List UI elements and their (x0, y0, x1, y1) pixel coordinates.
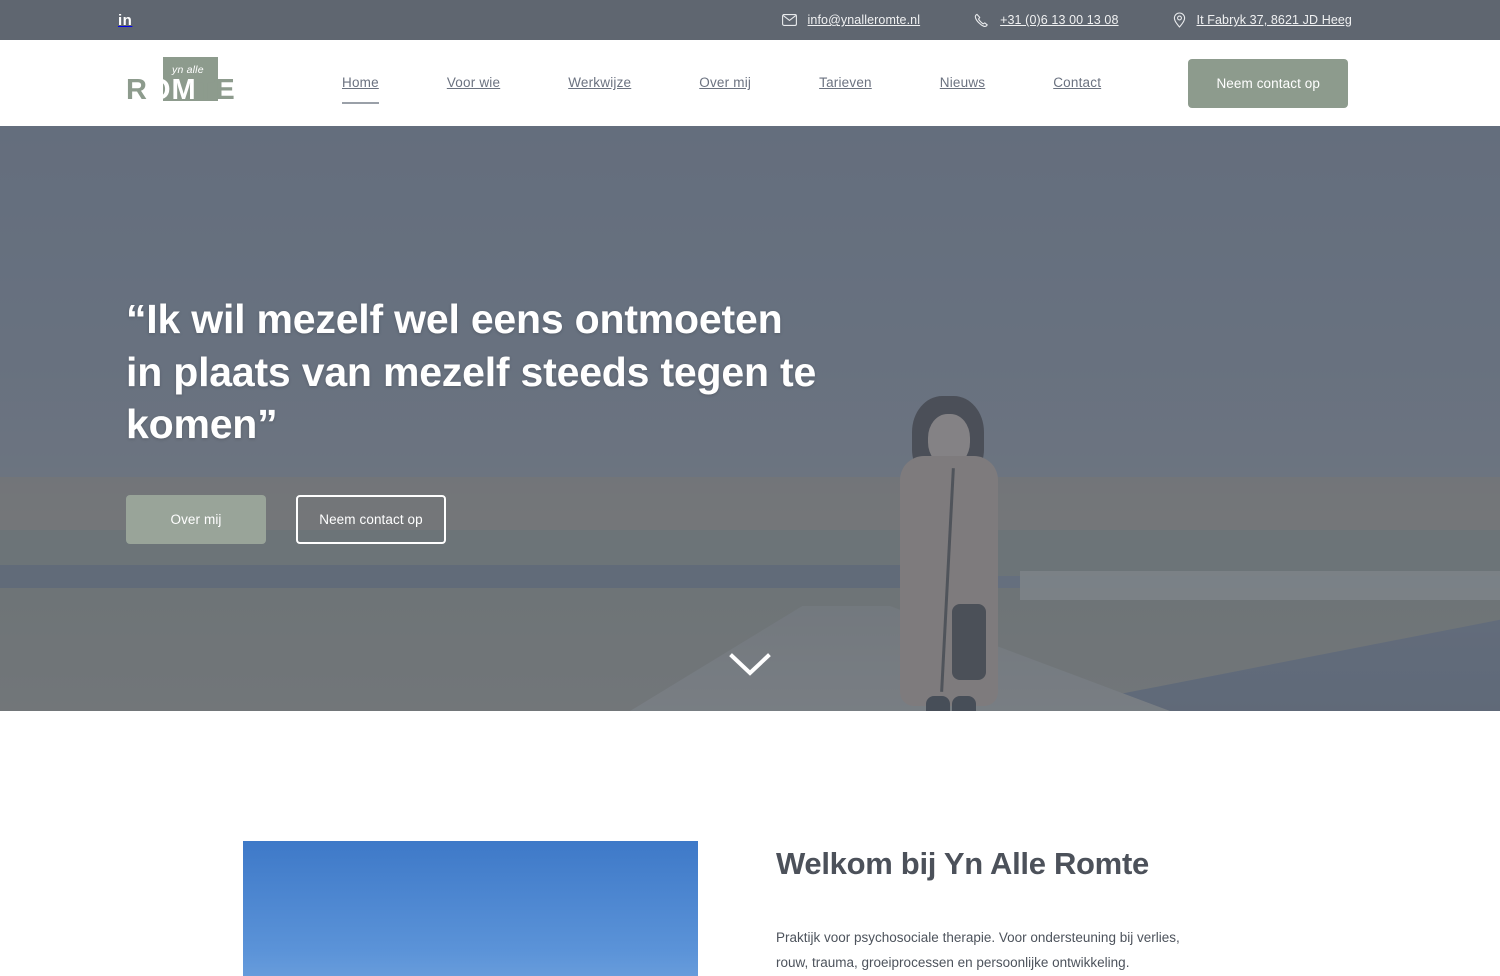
email-text: info@ynalleromte.nl (807, 13, 921, 27)
welcome-paragraph-1: Praktijk voor psychosociale therapie. Vo… (776, 930, 1180, 971)
site-header: yn alle ROMTE Home Voor wie Werkwijze Ov… (0, 40, 1500, 126)
logo-letters-te: TE (196, 74, 236, 106)
logo-wordmark: ROMTE (126, 76, 236, 105)
hero-contact-button[interactable]: Neem contact op (296, 494, 446, 544)
linkedin-icon: in (118, 11, 133, 29)
nav-item-nieuws[interactable]: Nieuws (906, 76, 1019, 90)
email-contact[interactable]: info@ynalleromte.nl (781, 13, 921, 27)
top-contact-list: info@ynalleromte.nl +31 (0)6 13 00 13 08… (781, 12, 1352, 28)
header-contact-button[interactable]: Neem contact op (1188, 58, 1348, 108)
hero-content: “Ik wil mezelf wel eens ontmoeten in pla… (126, 126, 826, 711)
welcome-photo (243, 841, 698, 976)
logo-letter-m: M (171, 74, 197, 106)
phone-icon (974, 13, 989, 28)
nav-item-home[interactable]: Home (308, 76, 413, 103)
welcome-text-block: Welkom bij Yn Alle Romte Praktijk voor p… (776, 841, 1206, 976)
address-contact[interactable]: It Fabryk 37, 8621 JD Heeg (1173, 12, 1352, 28)
pin-icon (1173, 12, 1186, 28)
address-text: It Fabryk 37, 8621 JD Heeg (1196, 13, 1352, 27)
logo-letter-o: O (147, 74, 172, 106)
top-contact-bar: in info@ynalleromte.nl +31 (0)6 13 00 13… (0, 0, 1500, 40)
welcome-title: Welkom bij Yn Alle Romte (776, 846, 1149, 881)
logo-letter-r: R (126, 74, 148, 106)
hero-section: “Ik wil mezelf wel eens ontmoeten in pla… (0, 126, 1500, 711)
hero-about-button[interactable]: Over mij (126, 494, 266, 544)
linkedin-link[interactable]: in (118, 13, 132, 28)
nav-item-werkwijze[interactable]: Werkwijze (534, 76, 665, 90)
nav-item-contact[interactable]: Contact (1019, 76, 1135, 90)
welcome-section: Welkom bij Yn Alle Romte Praktijk voor p… (0, 711, 1500, 976)
phone-text: +31 (0)6 13 00 13 08 (1000, 13, 1119, 27)
nav-item-voor-wie[interactable]: Voor wie (413, 76, 534, 90)
nav-item-tarieven[interactable]: Tarieven (785, 76, 906, 90)
phone-contact[interactable]: +31 (0)6 13 00 13 08 (974, 13, 1118, 28)
chevron-down-icon[interactable] (728, 652, 772, 683)
site-logo[interactable]: yn alle ROMTE (126, 57, 235, 109)
nav-item-over-mij[interactable]: Over mij (665, 76, 785, 90)
main-navigation: Home Voor wie Werkwijze Over mij Tarieve… (308, 76, 1135, 103)
welcome-body: Praktijk voor psychosociale therapie. Vo… (776, 926, 1206, 976)
hero-title: “Ik wil mezelf wel eens ontmoeten in pla… (126, 296, 817, 448)
hero-button-group: Over mij Neem contact op (126, 494, 826, 544)
mail-icon (781, 14, 797, 26)
